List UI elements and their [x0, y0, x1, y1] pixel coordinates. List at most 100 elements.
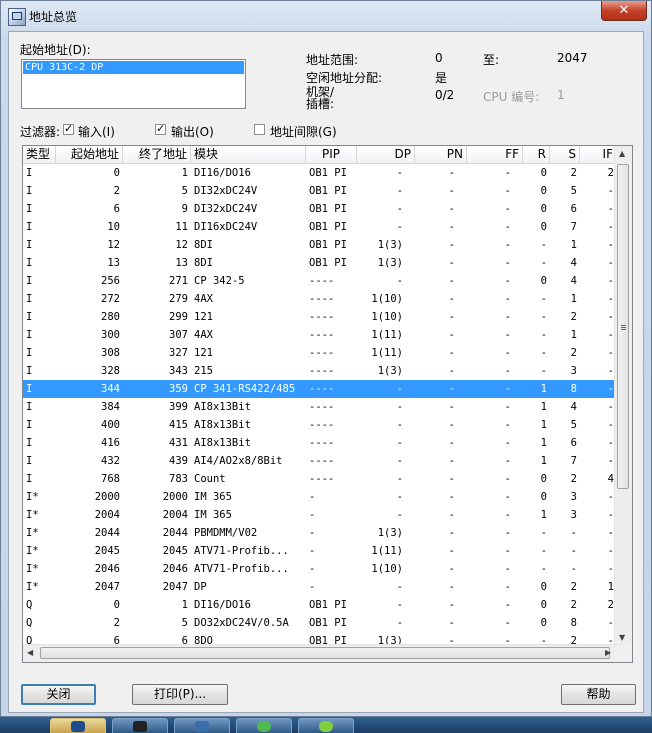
cell-pip: OB1 PI — [309, 617, 347, 629]
column-header-s[interactable]: S — [550, 146, 580, 163]
cell-dp: 1(10) — [371, 311, 403, 323]
cell-s: 1 — [570, 293, 577, 305]
taskbar — [0, 717, 652, 733]
table-row[interactable]: I 272 279 4AX ---- 1(10) - - - 1 - — [23, 290, 617, 308]
table-row[interactable]: I 768 783 Count ---- - - -0 2 4 — [23, 470, 617, 488]
vertical-scroll-thumb[interactable] — [617, 164, 629, 489]
scroll-up-icon[interactable]: ▲ — [619, 149, 625, 158]
table-row[interactable]: I 0 1 DI16/DO16 OB1 PI - - - 0 2 2 — [23, 164, 617, 182]
table-row[interactable]: I 384 399 AI8x13Bit ---- - - -1 4- — [23, 398, 617, 416]
column-header-ff[interactable]: FF — [467, 146, 523, 163]
cell-dp: - — [396, 203, 403, 215]
table-row[interactable]: I* 2004 2004 IM 365 - - - - 1 3 - — [23, 506, 617, 524]
taskbar-app-4[interactable] — [236, 718, 292, 733]
table-row[interactable]: I 400 415 AI8x13Bit ---- - - -1 5- — [23, 416, 617, 434]
green-app-icon — [257, 721, 271, 732]
scroll-down-icon[interactable]: ▼ — [619, 633, 625, 642]
column-header-pip[interactable]: PIP — [306, 146, 357, 163]
column-header-r[interactable]: R — [523, 146, 550, 163]
cell-if: - — [607, 491, 614, 503]
table-row[interactable]: Q 2 5 DO32xDC24V/0.5A OB1 PI - - - 0 8 - — [23, 614, 617, 632]
cell-start: 0 — [113, 167, 120, 179]
start-address-list[interactable]: CPU 313C-2 DP — [21, 59, 246, 109]
table-row[interactable]: I 308 327 121 ---- 1(11) - - - 2 - — [23, 344, 617, 362]
table-row[interactable]: I* 2000 2000 IM 365 - - - - 0 3 - — [23, 488, 617, 506]
range-to-label: 至: — [483, 53, 500, 67]
cell-end: 1 — [181, 167, 188, 179]
cell-type: I — [26, 311, 33, 323]
cell-if: - — [607, 311, 614, 323]
input-checkbox[interactable] — [63, 122, 74, 135]
cell-pn: - — [448, 527, 455, 539]
address-gaps-checkbox[interactable] — [254, 124, 265, 135]
start-address-item[interactable]: CPU 313C-2 DP — [23, 61, 244, 74]
table-row[interactable]: I 432 439 AI4/AO2x8/8Bit ---- - - -1 7- — [23, 452, 617, 470]
cell-pip: - — [309, 509, 316, 521]
column-header-pn[interactable]: PN — [415, 146, 467, 163]
help-button[interactable]: 帮助 — [561, 684, 636, 705]
cell-pip: ---- — [309, 293, 335, 305]
print-button[interactable]: 打印(P)... — [132, 684, 228, 705]
table-row[interactable]: I 10 11 DI16xDC24V OB1 PI - - - 0 7 - — [23, 218, 617, 236]
table-row-selected[interactable]: I 344 359 CP 341-RS422/485 ---- - - -1 8- — [23, 380, 617, 398]
taskbar-app-simatic[interactable] — [50, 718, 106, 733]
vertical-scrollbar[interactable]: ▲ ▼ — [614, 146, 632, 646]
taskbar-app-3[interactable] — [174, 718, 230, 733]
column-header-module[interactable]: 模块 — [191, 146, 306, 163]
column-header-type[interactable]: 类型 — [23, 146, 56, 163]
cell-module: 121 — [194, 347, 213, 359]
table-row[interactable]: I* 2044 2044 PBMDMM/V02 - 1(3) - - - - - — [23, 524, 617, 542]
table-row[interactable]: I* 2046 2046 ATV71-Profib... - 1(10) - - - - - — [23, 560, 617, 578]
table-row[interactable]: I 416 431 AI8x13Bit ---- - - -1 6- — [23, 434, 617, 452]
table-row[interactable]: I 328 343 215 ---- 1(3) - - - 3 - — [23, 362, 617, 380]
cell-ff: - — [504, 329, 511, 341]
output-checkbox-label[interactable]: 输出(O) — [171, 123, 214, 140]
cell-pn: - — [448, 491, 455, 503]
taskbar-app-2[interactable] — [112, 718, 168, 733]
cell-type: I — [26, 455, 33, 467]
cell-if: - — [607, 455, 614, 467]
input-checkbox-label[interactable]: 输入(I) — [78, 123, 115, 140]
table-row[interactable]: I 6 9 DI32xDC24V OB1 PI - - - 0 6 - — [23, 200, 617, 218]
column-header-end[interactable]: 终了地址 — [123, 146, 191, 163]
table-row[interactable]: I 300 307 4AX ---- 1(11) - - - 1 - — [23, 326, 617, 344]
cell-ff: - — [504, 491, 511, 503]
scroll-right-icon[interactable]: ▶ — [605, 648, 611, 657]
address-gaps-label[interactable]: 地址间隙(G) — [270, 123, 337, 140]
horizontal-scrollbar[interactable]: ◀ ▶ — [23, 644, 617, 662]
table-row[interactable]: I 13 13 8DI OB1 PI 1(3) - - - 4 - — [23, 254, 617, 272]
cell-r: 0 — [540, 599, 547, 611]
column-header-start[interactable]: 起始地址 — [56, 146, 123, 163]
column-header-dp[interactable]: DP — [357, 146, 415, 163]
cell-pip: ---- — [309, 473, 335, 485]
cell-r: 0 — [540, 581, 547, 593]
table-row[interactable]: I* 2045 2045 ATV71-Profib... - 1(11) - - - - - — [23, 542, 617, 560]
cell-ff: - — [504, 275, 511, 287]
cell-end: 11 — [175, 221, 188, 233]
cell-s: 4 — [570, 257, 577, 269]
cell-r: - — [540, 563, 547, 575]
table-row[interactable]: I 12 12 8DI OB1 PI 1(3) - - - 1 - — [23, 236, 617, 254]
cpu-number-label: CPU 编号: — [483, 90, 540, 104]
cell-module: AI4/AO2x8/8Bit — [194, 455, 283, 467]
title-bar[interactable]: 地址总览 ✕ — [1, 1, 651, 31]
cell-r: 0 — [540, 275, 547, 287]
close-window-button[interactable]: ✕ — [601, 1, 647, 21]
table-row[interactable]: I 256 271 CP 342-5 ---- - - -0 4- — [23, 272, 617, 290]
scroll-left-icon[interactable]: ◀ — [27, 648, 33, 657]
column-header-if[interactable]: IF — [580, 146, 617, 163]
table-row[interactable]: I 280 299 121 ---- 1(10) - - - 2 - — [23, 308, 617, 326]
close-button[interactable]: 关闭 — [21, 684, 96, 705]
cell-ff: - — [504, 563, 511, 575]
cell-pn: - — [448, 167, 455, 179]
free-allocation-value: 是 — [435, 71, 448, 85]
output-checkbox[interactable] — [155, 122, 166, 135]
cell-module: ATV71-Profib... — [194, 545, 289, 557]
cell-s: 2 — [570, 473, 577, 485]
table-row[interactable]: I* 2047 2047 DP - - - - 0 2 1 — [23, 578, 617, 596]
table-row[interactable]: I 2 5 DI32xDC24V OB1 PI - - - 0 5 - — [23, 182, 617, 200]
horizontal-scroll-thumb[interactable] — [40, 647, 610, 659]
taskbar-app-5[interactable] — [298, 718, 354, 733]
cell-type: I — [26, 473, 33, 485]
table-row[interactable]: Q 0 1 DI16/DO16 OB1 PI - - - 0 2 2 — [23, 596, 617, 614]
